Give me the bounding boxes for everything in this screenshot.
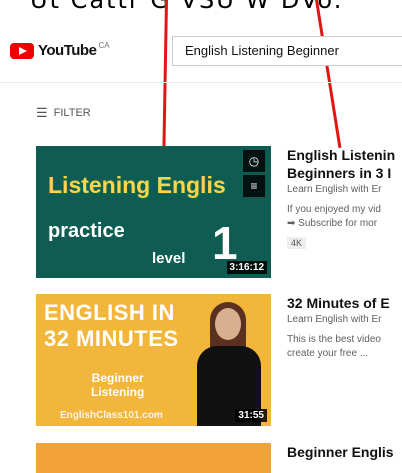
filter-label: FILTER: [53, 107, 91, 119]
video-description: If you enjoyed my vid ➡ Subscribe for mo…: [287, 203, 402, 231]
video-info: English Listenin Beginners in 3 I Learn …: [287, 146, 402, 251]
description-line: If you enjoyed my vid: [287, 204, 381, 215]
video-title-line2[interactable]: Beginners in 3 I: [287, 164, 402, 182]
video-title[interactable]: 32 Minutes of E: [287, 294, 402, 312]
thumb-title-text: Listening Englis: [48, 172, 226, 198]
channel-name[interactable]: Learn English with Er: [287, 314, 402, 325]
description-line: This is the best video: [287, 334, 381, 345]
video-duration: 31:55: [235, 409, 267, 422]
search-input[interactable]: English Listening Beginner: [172, 36, 402, 66]
brand-name: YouTube: [38, 42, 97, 59]
filter-sliders-icon: ☰: [36, 105, 48, 120]
description-line: ➡ Subscribe for mor: [287, 218, 378, 229]
channel-name[interactable]: Learn English with Er: [287, 184, 402, 195]
video-info: Beginner Englis: [287, 443, 402, 461]
thumb-title-line2: 32 MINUTES: [44, 326, 179, 351]
thumb-practice-text: practice: [48, 220, 125, 242]
top-header: YouTube CA English Listening Beginner: [0, 30, 402, 83]
thumb-subtitle-line2: Listening: [91, 385, 145, 399]
video-title[interactable]: Beginner Englis: [287, 443, 402, 461]
thumb-level-number: 1: [212, 217, 238, 269]
country-code: CA: [98, 41, 110, 50]
presenter-head: [215, 308, 241, 340]
youtube-logo[interactable]: YouTube CA: [10, 40, 110, 62]
video-thumbnail[interactable]: ENGLISH IN 32 MINUTES Beginner Listening…: [36, 294, 271, 426]
presenter-figure: [197, 302, 261, 426]
thumb-title-line1: ENGLISH IN: [44, 300, 175, 325]
thumb-url-text: EnglishClass101.com: [60, 410, 163, 421]
video-title[interactable]: English Listenin: [287, 146, 402, 164]
thumb-subtitle: Beginner Listening: [91, 371, 144, 399]
top-cropped-caption: Ut Cattr G VSU W DVo.: [0, 0, 402, 30]
description-line: create your free ...: [287, 348, 369, 359]
watch-later-icon[interactable]: ◷: [243, 150, 265, 172]
quality-badge: 4K: [287, 237, 307, 249]
play-logo-icon: [10, 43, 34, 59]
video-result-2[interactable]: ENGLISH IN 32 MINUTES Beginner Listening…: [36, 294, 402, 426]
top-cropped-caption-text: Ut Cattr G VSU W DVo.: [30, 0, 344, 14]
video-result-3[interactable]: Beginner Englis: [36, 443, 402, 473]
thumb-level-text: level: [152, 250, 186, 267]
add-to-queue-icon[interactable]: ≡: [243, 175, 265, 197]
video-thumbnail[interactable]: Listening Englis practice level 1 ◷ ≡ 3:…: [36, 146, 271, 278]
video-result-1[interactable]: Listening Englis practice level 1 ◷ ≡ 3:…: [36, 146, 402, 278]
video-duration: 3:16:12: [226, 261, 267, 274]
video-thumbnail[interactable]: [36, 443, 271, 473]
thumb-subtitle-line1: Beginner: [91, 371, 144, 385]
video-description: This is the best video create your free …: [287, 333, 402, 361]
filter-button[interactable]: ☰ FILTER: [36, 105, 91, 121]
video-info: 32 Minutes of E Learn English with Er Th…: [287, 294, 402, 361]
thumb-overlay-controls: ◷ ≡: [243, 150, 265, 200]
